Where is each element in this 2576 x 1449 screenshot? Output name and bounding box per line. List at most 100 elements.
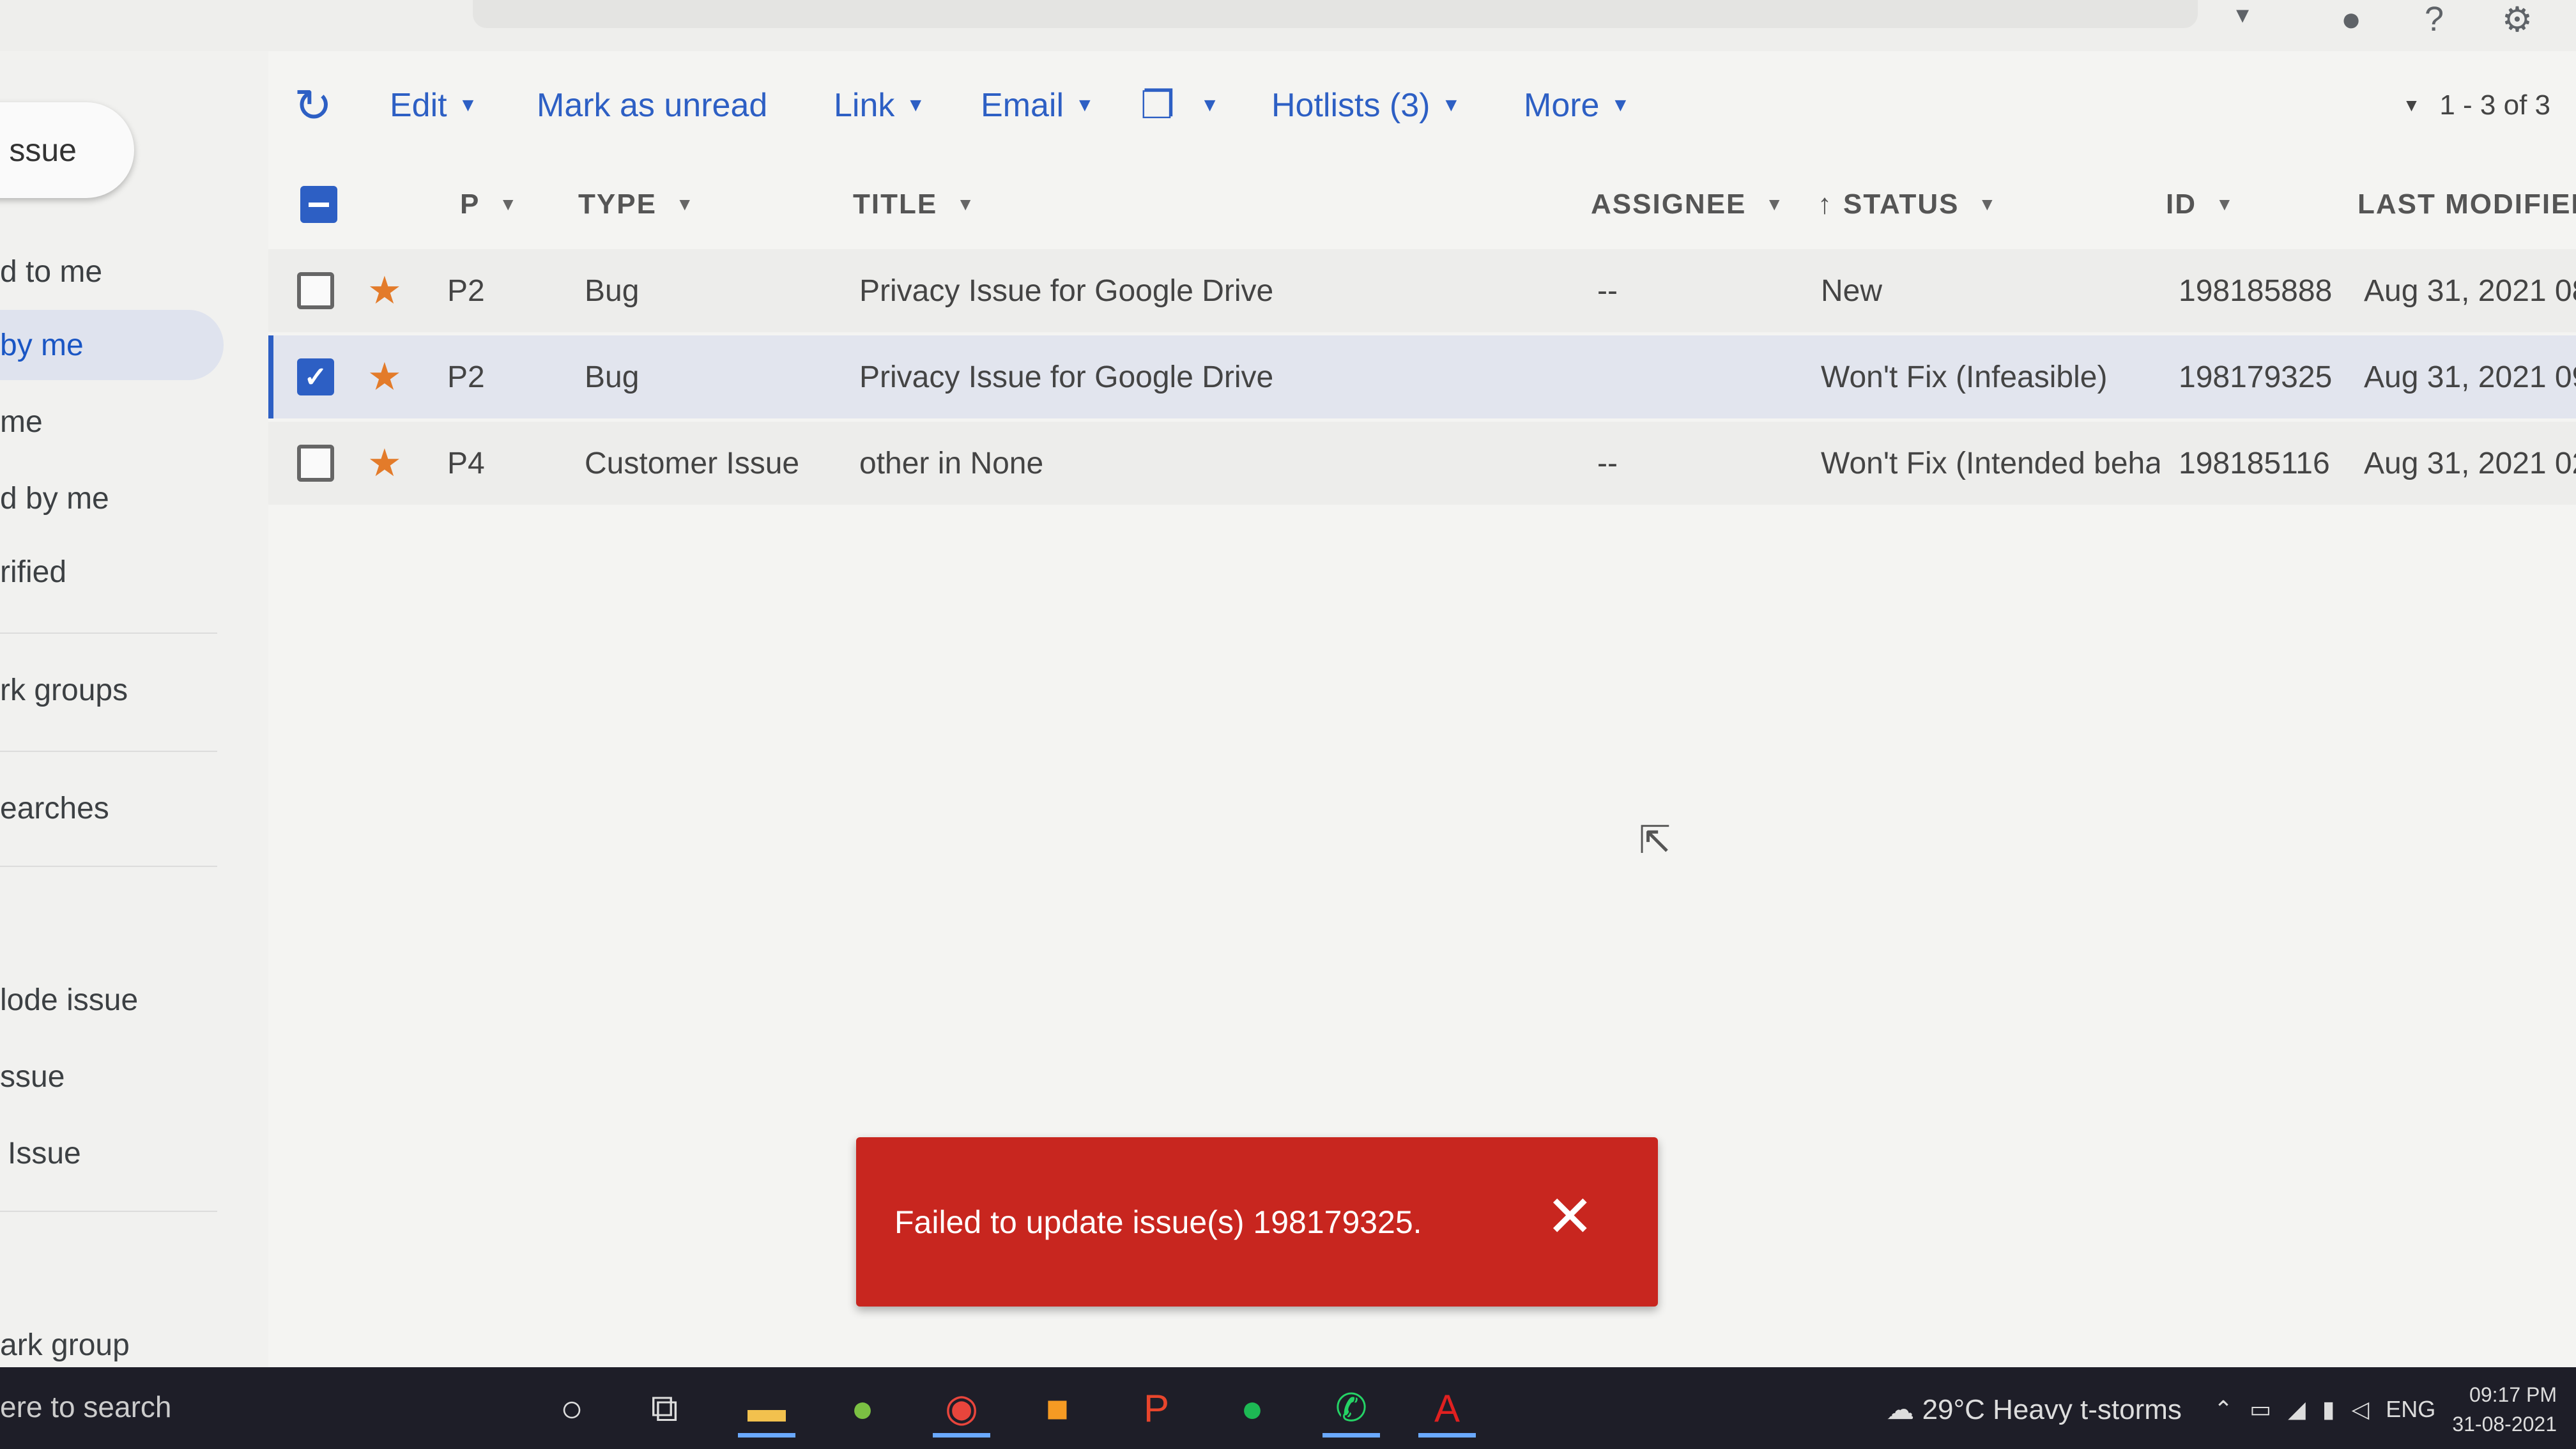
- column-header-title[interactable]: TITLE ▼: [853, 160, 976, 249]
- create-issue-label: ssue: [9, 132, 77, 168]
- sidebar-item-code-issue[interactable]: lode issue: [0, 965, 224, 1035]
- sidebar-item-bookmark-groups[interactable]: rk groups: [0, 655, 224, 725]
- column-header-type[interactable]: TYPE ▼: [578, 160, 695, 249]
- file-explorer-icon[interactable]: ▬: [732, 1379, 802, 1438]
- error-toast: Failed to update issue(s) 198179325. ✕: [856, 1137, 1658, 1307]
- chevron-up-icon[interactable]: ⌃: [2214, 1396, 2233, 1423]
- column-header-id[interactable]: ID ▼: [2166, 160, 2235, 249]
- title-cell[interactable]: Privacy Issue for Google Drive: [859, 335, 1273, 418]
- star-icon[interactable]: ★: [367, 422, 402, 505]
- id-cell: 198179325: [2179, 360, 2333, 394]
- chevron-down-icon: ▼: [906, 95, 926, 116]
- chevron-down-icon: ▼: [1200, 95, 1220, 116]
- clock-date: 31-08-2021: [2452, 1413, 2557, 1436]
- chrome-icon[interactable]: ◉: [926, 1379, 997, 1438]
- sidebar-item-issue-2[interactable]: Issue: [0, 1118, 224, 1188]
- clock-time: 09:17 PM: [2469, 1383, 2557, 1406]
- id-cell: 198185116: [2179, 446, 2330, 480]
- chevron-down-icon: ▼: [1441, 95, 1461, 116]
- battery-icon[interactable]: ▮: [2322, 1396, 2335, 1423]
- copy-icon[interactable]: ❐ ▼: [1140, 77, 1220, 134]
- sidebar-item-issue[interactable]: ssue: [0, 1041, 224, 1112]
- title-cell[interactable]: Privacy Issue for Google Drive: [859, 249, 1273, 332]
- sidebar-item-label: ssue: [0, 1059, 65, 1094]
- powerpoint-icon[interactable]: P: [1121, 1379, 1192, 1438]
- language-indicator[interactable]: ENG: [2386, 1396, 2435, 1423]
- cortana-icon[interactable]: ○: [537, 1379, 607, 1438]
- chevron-down-icon: ▼: [2216, 194, 2235, 214]
- sidebar-item-label: Issue: [8, 1136, 81, 1170]
- sidebar-item-saved-searches[interactable]: earches: [0, 773, 224, 843]
- hotlists-label: Hotlists (3): [1271, 87, 1430, 124]
- column-label: TITLE: [853, 188, 938, 220]
- sidebar-item-cc-me[interactable]: me: [0, 387, 224, 457]
- help-icon[interactable]: ?: [2409, 0, 2460, 38]
- mouse-cursor-icon: ⇱: [1639, 818, 1671, 861]
- chevron-down-icon: ▼: [1765, 194, 1785, 214]
- taskbar-search[interactable]: ere to search: [0, 1390, 171, 1424]
- chevron-down-icon[interactable]: ▼: [2403, 95, 2421, 116]
- email-menu[interactable]: Email ▼: [981, 77, 1094, 134]
- column-header-priority[interactable]: P ▼: [460, 160, 518, 249]
- meet-now-icon[interactable]: ▭: [2250, 1396, 2271, 1423]
- sidebar-item-to-be-verified[interactable]: rified: [0, 537, 224, 607]
- utorrent-icon[interactable]: ●: [827, 1379, 898, 1438]
- table-row[interactable]: ★ P4 Customer Issue other in None -- Won…: [268, 422, 2576, 505]
- acrobat-icon[interactable]: A: [1412, 1379, 1482, 1438]
- chevron-down-icon: ▼: [675, 194, 695, 214]
- wifi-icon[interactable]: ◢: [2288, 1396, 2306, 1423]
- sidebar-item-created-by-me[interactable]: by me: [0, 310, 224, 380]
- sort-ascending-icon: ↑: [1818, 188, 1833, 220]
- sidebar-item-collaborated-by-me[interactable]: d by me: [0, 463, 224, 533]
- table-row[interactable]: ★ P2 Bug Privacy Issue for Google Drive …: [268, 249, 2576, 332]
- spotify-icon[interactable]: ●: [1217, 1379, 1287, 1438]
- task-view-icon[interactable]: ⧉: [629, 1379, 700, 1438]
- type-cell: Bug: [585, 360, 640, 394]
- more-menu[interactable]: More ▼: [1524, 77, 1630, 134]
- hotlists-menu[interactable]: Hotlists (3) ▼: [1271, 77, 1460, 134]
- refresh-icon[interactable]: ↻: [294, 77, 332, 134]
- column-label: TYPE: [578, 188, 657, 220]
- chevron-down-icon: ▼: [1075, 95, 1094, 116]
- select-all-checkbox[interactable]: [300, 160, 337, 249]
- clock[interactable]: 09:17 PM 31-08-2021: [2452, 1380, 2557, 1439]
- status-cell: New: [1821, 273, 1883, 308]
- column-header-last-modified[interactable]: LAST MODIFIED: [2358, 160, 2576, 249]
- sidebar-item-assigned-to-me[interactable]: d to me: [0, 236, 224, 307]
- close-icon[interactable]: ✕: [1546, 1188, 1594, 1246]
- row-checkbox[interactable]: ✓: [297, 335, 334, 418]
- sidebar-item-label: ark group: [0, 1328, 130, 1362]
- sidebar-item-label: d by me: [0, 481, 109, 516]
- chevron-down-icon: ▼: [1611, 95, 1630, 116]
- volume-icon[interactable]: ◁: [2352, 1396, 2370, 1423]
- weather-widget[interactable]: ☁ 29°C Heavy t-storms: [1886, 1393, 2182, 1426]
- system-tray: ☁ 29°C Heavy t-storms ⌃ ▭ ◢ ▮ ◁ ENG 09:1…: [1886, 1380, 2557, 1439]
- search-bar[interactable]: [473, 0, 2198, 28]
- table-row[interactable]: ✓ ★ P2 Bug Privacy Issue for Google Driv…: [268, 335, 2576, 418]
- star-icon[interactable]: ★: [367, 249, 402, 332]
- weather-label: 29°C Heavy t-storms: [1922, 1393, 2182, 1425]
- pagination-label: 1 - 3 of 3: [2439, 89, 2550, 121]
- link-menu[interactable]: Link ▼: [834, 77, 925, 134]
- title-cell[interactable]: other in None: [859, 422, 1043, 505]
- account-icon[interactable]: ●: [2326, 0, 2377, 38]
- column-header-assignee[interactable]: ASSIGNEE ▼: [1591, 160, 1784, 249]
- settings-icon[interactable]: ⚙: [2492, 0, 2543, 39]
- chevron-down-icon: ▼: [499, 194, 519, 214]
- sidebar-item-label: rified: [0, 555, 67, 589]
- chevron-down-icon[interactable]: ▾: [2236, 0, 2249, 29]
- row-checkbox[interactable]: [297, 249, 334, 332]
- photos-app-icon[interactable]: ■: [1022, 1379, 1092, 1438]
- edit-label: Edit: [390, 87, 447, 124]
- mark-as-unread-button[interactable]: Mark as unread: [537, 77, 767, 134]
- column-header-status[interactable]: ↑ STATUS ▼: [1818, 160, 1997, 249]
- star-icon[interactable]: ★: [367, 335, 402, 418]
- row-checkbox[interactable]: [297, 422, 334, 505]
- toast-message: Failed to update issue(s) 198179325.: [894, 1204, 1422, 1240]
- column-label: LAST MODIFIED: [2358, 188, 2576, 220]
- whatsapp-icon[interactable]: ✆: [1316, 1379, 1386, 1438]
- more-label: More: [1524, 87, 1600, 124]
- edit-menu[interactable]: Edit ▼: [390, 77, 477, 134]
- sidebar-item-label: earches: [0, 791, 109, 825]
- create-issue-button[interactable]: ssue: [0, 102, 134, 198]
